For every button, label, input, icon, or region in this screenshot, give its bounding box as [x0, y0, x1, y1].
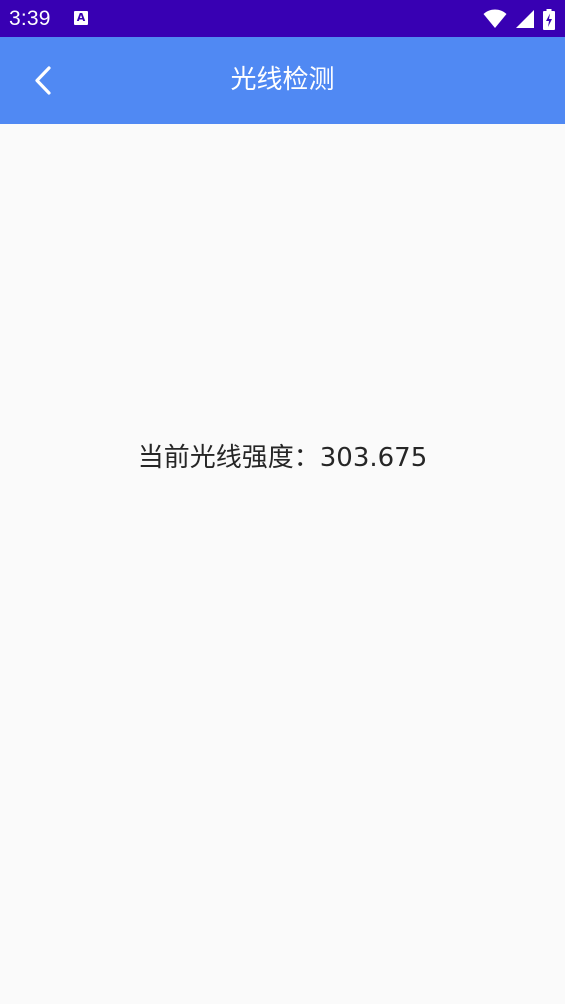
app-bar: 光线检测	[0, 37, 565, 124]
status-time: 3:39	[9, 7, 51, 30]
back-button[interactable]	[18, 59, 66, 103]
status-icons	[483, 8, 555, 30]
screen: 3:39 A 光线检测 当前光线强度：303.675	[0, 0, 565, 1004]
status-bar: 3:39 A	[0, 0, 565, 37]
chevron-left-icon	[35, 66, 51, 95]
cell-signal-icon	[516, 10, 534, 28]
a-icon: A	[74, 11, 88, 25]
wifi-icon	[483, 9, 507, 28]
light-reading-value: 303.675	[319, 443, 428, 473]
page-title: 光线检测	[230, 65, 335, 95]
light-reading: 当前光线强度：303.675	[0, 438, 565, 478]
main-content: 当前光线强度：303.675	[0, 124, 565, 1004]
battery-charging-icon	[543, 8, 555, 30]
light-reading-label: 当前光线强度：	[137, 443, 320, 473]
